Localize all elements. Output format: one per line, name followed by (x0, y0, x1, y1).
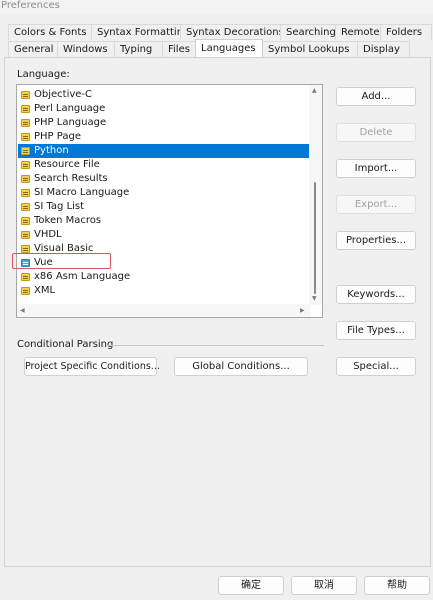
language-icon (21, 217, 30, 225)
tab-row-2: General Windows Typing Files Languages S… (0, 39, 410, 57)
language-list[interactable]: Objective-C Perl Language PHP Language P… (16, 84, 323, 318)
scrollbar-thumb[interactable] (314, 182, 316, 294)
import-button[interactable]: Import... (336, 159, 416, 178)
language-icon (21, 133, 30, 141)
tab-syntax-formatting[interactable]: Syntax Formatting (91, 24, 189, 40)
list-item[interactable]: Resource File (18, 158, 311, 172)
list-item[interactable]: PHP Page (18, 130, 311, 144)
global-conditions-button[interactable]: Global Conditions... (174, 357, 308, 376)
export-button[interactable]: Export... (336, 195, 416, 214)
list-item[interactable]: Perl Language (18, 102, 311, 116)
tab-folders[interactable]: Folders (380, 24, 432, 40)
tab-general[interactable]: General (8, 41, 58, 57)
language-icon (21, 245, 30, 253)
language-icon (21, 231, 30, 239)
list-item[interactable]: Search Results (18, 172, 311, 186)
conditional-parsing-label: Conditional Parsing (17, 339, 114, 350)
tab-windows[interactable]: Windows (57, 41, 115, 57)
tab-row-1: Colors & Fonts Syntax Formatting Syntax … (0, 24, 432, 40)
horizontal-scrollbar[interactable]: ◀ ▶ (17, 304, 311, 317)
language-icon (21, 91, 30, 99)
language-icon (21, 147, 30, 155)
help-button[interactable]: 帮助 (364, 576, 430, 595)
language-icon (21, 189, 30, 197)
tab-files[interactable]: Files (162, 41, 196, 57)
language-icon (21, 119, 30, 127)
list-item[interactable]: SI Macro Language (18, 186, 311, 200)
tab-colors-fonts[interactable]: Colors & Fonts (8, 24, 92, 40)
tab-languages[interactable]: Languages (195, 39, 263, 57)
list-item[interactable]: SI Tag List (18, 200, 311, 214)
scroll-right-arrow-icon[interactable]: ▶ (300, 307, 305, 315)
tab-symbol-lookups[interactable]: Symbol Lookups (262, 41, 358, 57)
language-icon (21, 203, 30, 211)
list-item[interactable]: XML (18, 284, 311, 298)
language-label: Language: (17, 69, 70, 80)
file-types-button[interactable]: File Types... (336, 321, 416, 340)
vertical-scrollbar[interactable]: ▲ ▼ (309, 85, 322, 305)
language-icon (21, 273, 30, 281)
add-button[interactable]: Add... (336, 87, 416, 106)
scroll-up-arrow-icon[interactable]: ▲ (312, 87, 317, 95)
scroll-left-arrow-icon[interactable]: ◀ (20, 307, 25, 315)
vue-highlight-annotation (12, 253, 111, 269)
language-icon (21, 105, 30, 113)
tab-remote[interactable]: Remote (335, 24, 381, 40)
cancel-button[interactable]: 取消 (291, 576, 357, 595)
group-divider (108, 345, 324, 346)
list-item[interactable]: VHDL (18, 228, 311, 242)
delete-button[interactable]: Delete (336, 123, 416, 142)
list-item-selected[interactable]: Python (18, 144, 311, 158)
list-item[interactable]: Token Macros (18, 214, 311, 228)
tab-typing[interactable]: Typing (114, 41, 163, 57)
special-button[interactable]: Special... (336, 357, 416, 376)
keywords-button[interactable]: Keywords... (336, 285, 416, 304)
list-item[interactable]: Objective-C (18, 88, 311, 102)
language-icon (21, 175, 30, 183)
properties-button[interactable]: Properties... (336, 231, 416, 250)
tab-syntax-decorations[interactable]: Syntax Decorations (180, 24, 284, 40)
project-conditions-button[interactable]: Project Specific Conditions... (24, 357, 160, 376)
tab-searching[interactable]: Searching (280, 24, 336, 40)
language-icon (21, 161, 30, 169)
scroll-down-arrow-icon[interactable]: ▼ (312, 295, 317, 303)
tab-display[interactable]: Display (357, 41, 410, 57)
ok-button[interactable]: 确定 (218, 576, 284, 595)
language-icon (21, 287, 30, 295)
window-title: Preferences (0, 0, 433, 14)
list-item[interactable]: x86 Asm Language (18, 270, 311, 284)
list-item[interactable]: PHP Language (18, 116, 311, 130)
